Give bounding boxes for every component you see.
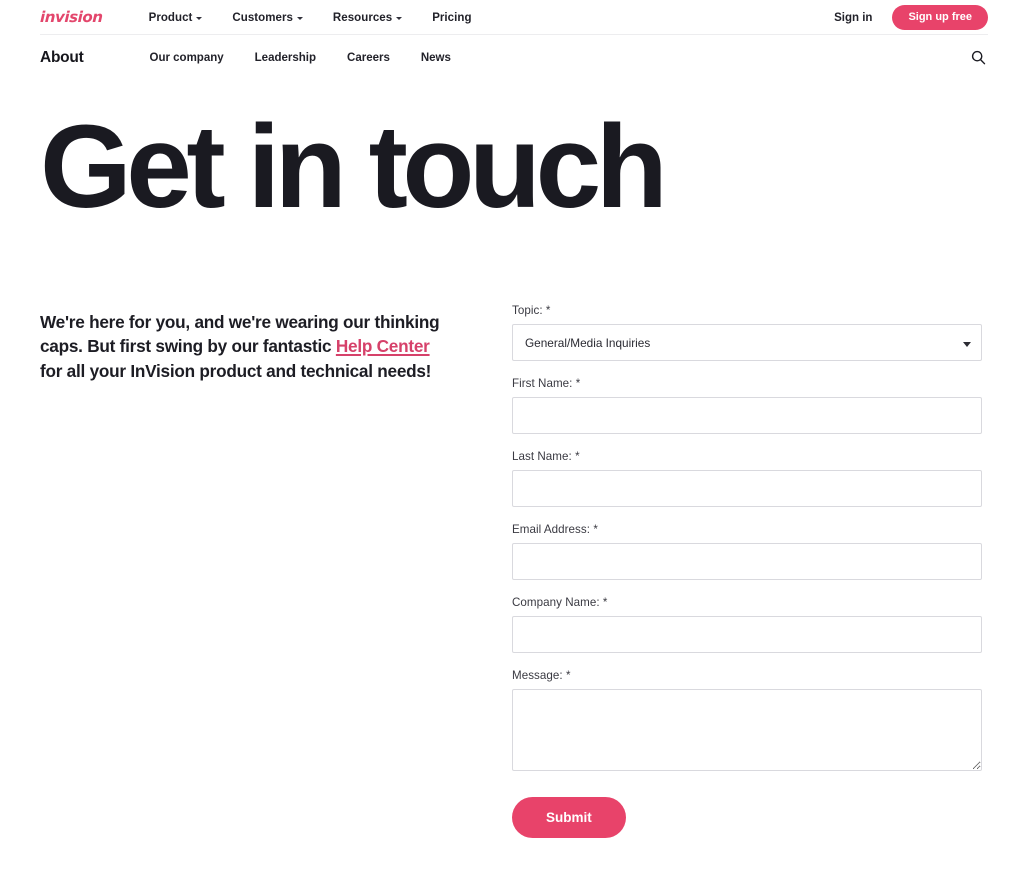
nav-item-resources[interactable]: Resources xyxy=(332,11,403,24)
label-message-text: Message: xyxy=(512,669,563,682)
intro-text-block: We're here for you, and we're wearing ou… xyxy=(40,304,440,383)
label-company-text: Company Name: xyxy=(512,596,600,609)
field-email: Email Address: * xyxy=(512,523,982,580)
primary-navbar: invision Product Customers Resources Pri… xyxy=(0,0,1024,35)
nav-item-product[interactable]: Product xyxy=(149,12,203,24)
label-email-text: Email Address: xyxy=(512,523,591,536)
nav-item-customers-label: Customers xyxy=(232,11,293,24)
required-marker: * xyxy=(575,450,580,463)
submit-row: Submit xyxy=(512,797,982,838)
required-marker: * xyxy=(593,523,598,536)
nav-item-product-label: Product xyxy=(148,11,193,24)
contact-form: Topic: * General/Media Inquiries First N… xyxy=(512,304,982,838)
nav-item-pricing[interactable]: Pricing xyxy=(432,12,471,24)
label-first-name: First Name: * xyxy=(512,377,982,390)
first-name-input[interactable] xyxy=(512,397,982,434)
chevron-down-icon xyxy=(396,17,403,20)
field-message: Message: * xyxy=(512,669,982,771)
chevron-down-icon xyxy=(296,17,303,20)
subnav-item-leadership[interactable]: Leadership xyxy=(255,52,316,64)
intro-paragraph: We're here for you, and we're wearing ou… xyxy=(40,310,440,383)
label-first-name-text: First Name: xyxy=(512,377,573,390)
chevron-down-icon xyxy=(196,17,203,20)
primary-nav-links: Product Customers Resources Pricing xyxy=(149,12,472,24)
email-input[interactable] xyxy=(512,543,982,580)
sign-up-free-button[interactable]: Sign up free xyxy=(892,4,988,31)
submit-button[interactable]: Submit xyxy=(512,797,626,838)
subnav-item-careers[interactable]: Careers xyxy=(347,52,390,64)
intro-text-after: for all your InVision product and techni… xyxy=(40,360,432,381)
field-last-name: Last Name: * xyxy=(512,450,982,507)
secondary-nav-links: Our company Leadership Careers News xyxy=(150,52,451,64)
topic-select[interactable]: General/Media Inquiries xyxy=(512,324,982,361)
help-center-link[interactable]: Help Center xyxy=(336,336,430,356)
nav-item-pricing-label: Pricing xyxy=(432,11,472,24)
hero-section: Get in touch xyxy=(0,80,1024,226)
nav-item-resources-label: Resources xyxy=(332,11,393,24)
subnav-item-news[interactable]: News xyxy=(421,52,451,64)
label-topic: Topic: * xyxy=(512,304,982,317)
required-marker: * xyxy=(602,596,608,609)
label-last-name: Last Name: * xyxy=(512,450,982,463)
required-marker: * xyxy=(545,304,551,317)
field-topic: Topic: * General/Media Inquiries xyxy=(512,304,982,361)
required-marker: * xyxy=(575,377,581,390)
company-name-input[interactable] xyxy=(512,616,982,653)
label-last-name-text: Last Name: xyxy=(512,450,572,463)
invision-logo[interactable]: invision xyxy=(40,8,103,26)
topic-select-wrapper: General/Media Inquiries xyxy=(512,324,982,361)
last-name-input[interactable] xyxy=(512,470,982,507)
search-icon[interactable] xyxy=(968,48,988,68)
label-email: Email Address: * xyxy=(512,523,982,536)
field-company: Company Name: * xyxy=(512,596,982,653)
message-textarea[interactable] xyxy=(512,689,982,771)
page-title: Get in touch xyxy=(40,101,668,233)
label-message: Message: * xyxy=(512,669,982,682)
subnav-item-our-company[interactable]: Our company xyxy=(150,52,224,64)
nav-item-customers[interactable]: Customers xyxy=(232,12,303,24)
main-content: We're here for you, and we're wearing ou… xyxy=(0,226,1024,838)
label-topic-text: Topic: xyxy=(512,304,543,317)
required-marker: * xyxy=(565,669,571,682)
section-title-about: About xyxy=(40,48,84,66)
secondary-navbar: About Our company Leadership Careers New… xyxy=(0,35,1024,80)
primary-nav-actions: Sign in Sign up free xyxy=(834,4,988,31)
field-first-name: First Name: * xyxy=(512,377,982,434)
sign-in-link[interactable]: Sign in xyxy=(834,12,872,24)
label-company: Company Name: * xyxy=(512,596,982,609)
